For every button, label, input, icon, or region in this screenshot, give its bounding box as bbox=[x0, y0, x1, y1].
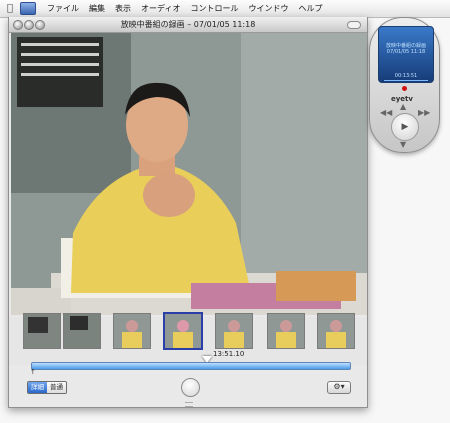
view-normal-button[interactable]: 普通 bbox=[47, 382, 66, 393]
menu-edit[interactable]: 編集 bbox=[84, 3, 110, 14]
gear-menu-button[interactable]: ⚙▾ bbox=[327, 381, 351, 394]
start-marker[interactable]: ↑ bbox=[30, 368, 36, 376]
menu-window[interactable]: ウインドウ bbox=[243, 3, 293, 14]
toolbar-toggle-button[interactable] bbox=[347, 21, 361, 29]
app-menu-icon[interactable] bbox=[20, 2, 36, 15]
rewind-icon[interactable]: ◀◀ bbox=[380, 108, 392, 117]
thumbnail[interactable] bbox=[215, 313, 253, 349]
menu-controls[interactable]: コントロール bbox=[185, 3, 243, 14]
menu-help[interactable]: ヘルプ bbox=[293, 3, 327, 14]
remote-elapsed-time: 00:13:51 bbox=[394, 73, 418, 79]
window-title: 放映中番組の録画 – 07/01/05 11:18 bbox=[120, 20, 256, 29]
menu-audio[interactable]: オーディオ bbox=[136, 3, 185, 14]
playhead-time: 13:51.10 bbox=[213, 350, 245, 358]
apple-menu-icon[interactable]:  bbox=[0, 3, 20, 14]
eyetv-icon[interactable] bbox=[181, 378, 200, 397]
view-detail-button[interactable]: 詳細 bbox=[28, 382, 47, 393]
fast-forward-icon[interactable]: ▶▶ bbox=[418, 108, 430, 117]
thumbnail[interactable] bbox=[23, 313, 61, 349]
screen:  ファイル 編集 表示 オーディオ コントロール ウインドウ ヘルプ 放映中番… bbox=[0, 0, 450, 423]
thumbnail-selected[interactable] bbox=[163, 312, 203, 350]
thumbnail[interactable] bbox=[267, 313, 305, 349]
remote-display: 放映中番組の録画 07/01/05 11:18 00:13:51 bbox=[378, 26, 434, 83]
channel-down-icon[interactable]: ▼ bbox=[400, 140, 406, 149]
player-window: 放映中番組の録画 – 07/01/05 11:18 13:51.10 ↑ 詳細 … bbox=[8, 17, 368, 408]
video-frame[interactable] bbox=[11, 33, 367, 315]
eyetv-remote: 放映中番組の録画 07/01/05 11:18 00:13:51 eyetv ◀… bbox=[369, 17, 440, 153]
title-bar[interactable]: 放映中番組の録画 – 07/01/05 11:18 bbox=[9, 17, 367, 33]
menu-view[interactable]: 表示 bbox=[110, 3, 136, 14]
thumbnail[interactable] bbox=[63, 313, 101, 349]
channel-up-icon[interactable]: ▲ bbox=[400, 102, 406, 111]
view-mode-segmented-control: 詳細 普通 bbox=[27, 381, 67, 394]
record-indicator-icon[interactable] bbox=[402, 86, 407, 91]
menu-file[interactable]: ファイル bbox=[42, 3, 84, 14]
video-image bbox=[11, 33, 367, 315]
remote-progress-bar bbox=[384, 80, 428, 81]
thumbnail[interactable] bbox=[317, 313, 355, 349]
remote-program-date: 07/01/05 11:18 bbox=[386, 49, 426, 55]
remote-program-title: 放映中番組の録画 bbox=[385, 43, 426, 49]
thumbnail[interactable] bbox=[113, 313, 151, 349]
timeline-scrubber[interactable] bbox=[31, 362, 351, 370]
resize-grip[interactable] bbox=[185, 402, 193, 407]
menu-bar:  ファイル 編集 表示 オーディオ コントロール ウインドウ ヘルプ bbox=[0, 0, 450, 18]
play-button[interactable]: ▶ bbox=[391, 113, 419, 141]
